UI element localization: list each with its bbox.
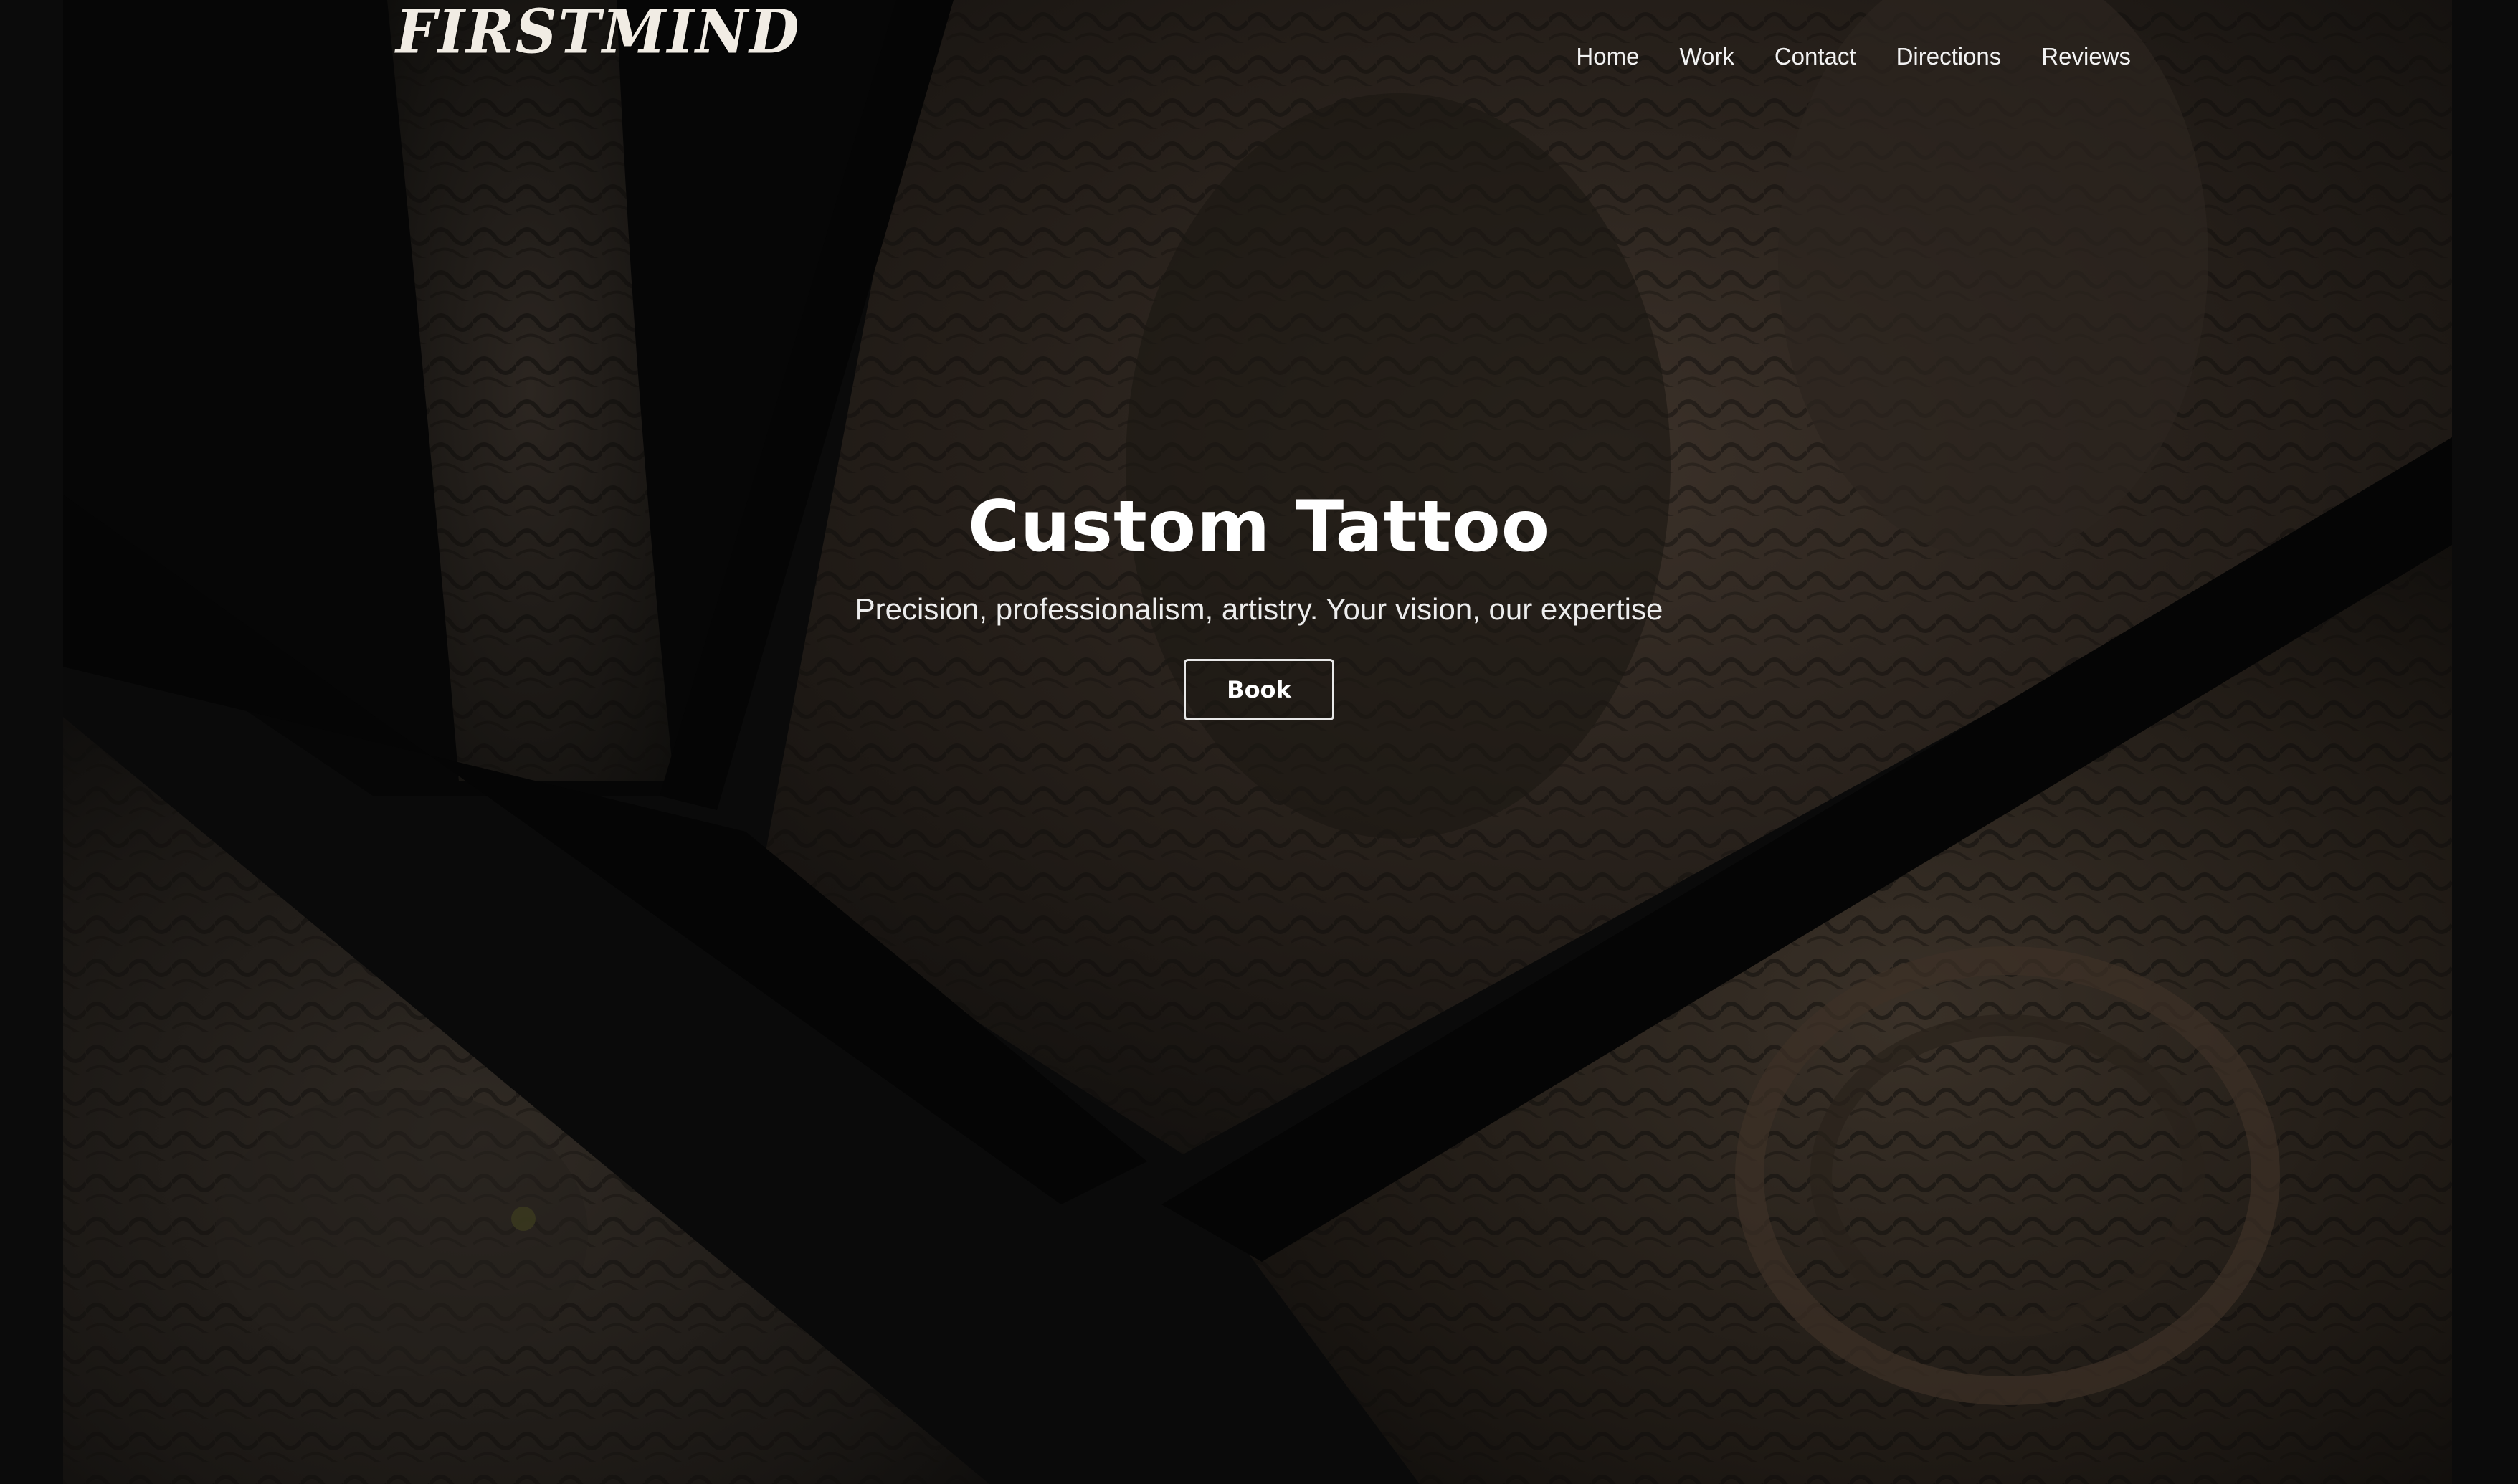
hero-cta-wrapper: Book: [0, 634, 2518, 720]
nav-link-directions[interactable]: Directions: [1896, 39, 2002, 75]
book-button[interactable]: Book: [1184, 659, 1334, 720]
hero-section: Custom Tattoo Precision, professionalism…: [0, 477, 2518, 720]
nav-link-home[interactable]: Home: [1576, 39, 1639, 75]
landing-page: FIRSTMIND Home Work Contact Directions R…: [0, 0, 2518, 1484]
hero-background-collage: [0, 0, 2518, 1484]
brand-logo[interactable]: FIRSTMIND: [396, 1, 800, 62]
hero-subtitle: Precision, professionalism, artistry. Yo…: [855, 592, 1663, 626]
main-nav: Home Work Contact Directions Reviews: [1576, 39, 2131, 75]
nav-link-reviews[interactable]: Reviews: [2041, 39, 2131, 75]
nav-link-contact[interactable]: Contact: [1775, 39, 1856, 75]
nav-link-work[interactable]: Work: [1679, 39, 1734, 75]
hero-title: Custom Tattoo: [967, 486, 1551, 568]
